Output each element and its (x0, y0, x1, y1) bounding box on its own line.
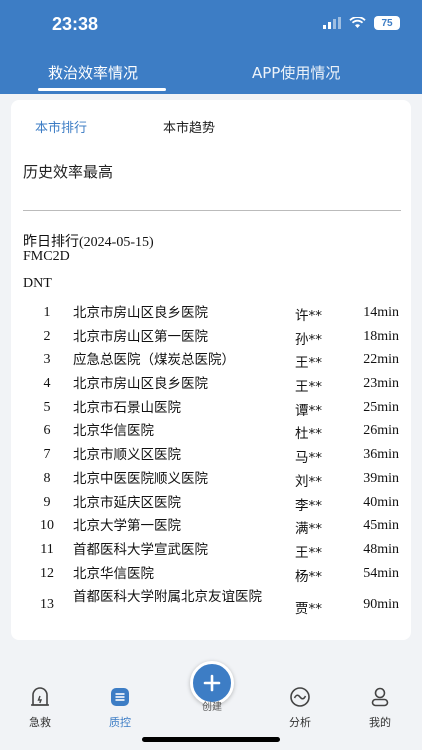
rank-number: 4 (43, 376, 51, 392)
create-label: 创建 (202, 702, 222, 713)
nav-item-quality[interactable]: 质控 (90, 686, 150, 730)
ranking-row: 5 北京市石景山医院 谭** 25min (11, 396, 411, 420)
list-icon (111, 688, 129, 706)
rank-number: 5 (43, 399, 51, 415)
doctor-name: 马** (295, 450, 322, 467)
wifi-icon (349, 17, 366, 28)
nav-label: 分析 (289, 716, 311, 729)
ranking-row: 7 北京市顺义区医院 马** 36min (11, 443, 411, 467)
duration-value: 48min (363, 541, 399, 557)
rank-number: 7 (43, 447, 51, 463)
ranking-row: 6 北京华信医院 杜** 26min (11, 419, 411, 443)
duration-value: 90min (363, 597, 399, 613)
doctor-name: 谭** (295, 402, 322, 419)
rank-number: 11 (40, 541, 54, 557)
ranking-row: 4 北京市房山区良乡医院 王** 23min (11, 372, 411, 396)
hospital-name: 北京市石景山医院 (73, 399, 181, 416)
rank-number: 6 (43, 423, 51, 439)
rank-number: 2 (43, 328, 51, 344)
ranking-row: 1 北京市房山区良乡医院 许** 14min (11, 301, 411, 325)
signal-icon (323, 17, 341, 29)
battery-indicator: 75 (374, 16, 400, 30)
metric-label-secondary: DNT (23, 276, 52, 291)
ranking-row: 13 首都医科大学附属北京友谊医院 贾** 90min (11, 585, 411, 629)
status-icons: 75 (323, 16, 400, 30)
rank-number: 13 (40, 597, 54, 613)
tab-app-usage[interactable]: APP使用情况 (252, 62, 340, 83)
duration-value: 18min (363, 328, 399, 344)
app-header: 23:38 75 救治效率情况 APP使用情况 (0, 0, 422, 94)
chart-wave-icon (290, 687, 310, 707)
rank-number: 3 (43, 352, 51, 368)
hospital-name: 北京市房山区第一医院 (73, 328, 208, 345)
hospital-name: 北京市延庆区医院 (73, 494, 181, 511)
doctor-name: 杨** (295, 568, 322, 585)
rank-number: 10 (40, 518, 54, 534)
duration-value: 39min (363, 470, 399, 486)
ranking-row: 10 北京大学第一医院 满** 45min (11, 514, 411, 538)
hospital-name: 应急总医院（煤炭总医院） (73, 352, 235, 369)
status-time: 23:38 (52, 14, 99, 34)
duration-value: 40min (363, 494, 399, 510)
rank-number: 9 (43, 494, 51, 510)
metric-label: FMC2D (23, 249, 70, 264)
hospital-name: 北京华信医院 (73, 423, 154, 440)
ranking-row: 11 首都医科大学宣武医院 王** 48min (11, 538, 411, 562)
hospital-name: 北京市房山区良乡医院 (73, 305, 208, 321)
ranking-list: 1 北京市房山区良乡医院 许** 14min 2 北京市房山区第一医院 孙** … (11, 301, 411, 629)
ranking-card: 本市排行 本市趋势 历史效率最高 昨日排行(2024-05-15) FMC2D … (11, 100, 411, 640)
doctor-name: 李** (295, 497, 322, 514)
doctor-name: 孙** (295, 331, 322, 348)
subtab-city-trend[interactable]: 本市趋势 (163, 117, 215, 136)
hospital-name: 北京大学第一医院 (73, 518, 181, 535)
nav-item-analysis[interactable]: 分析 (270, 686, 330, 730)
ranking-row: 2 北京市房山区第一医院 孙** 18min (11, 325, 411, 349)
rank-number: 8 (43, 470, 51, 486)
nav-label: 我的 (369, 716, 391, 729)
duration-value: 45min (363, 518, 399, 534)
divider (23, 210, 401, 211)
doctor-name: 刘** (295, 473, 322, 490)
duration-value: 22min (363, 352, 399, 368)
nav-label: 质控 (109, 716, 131, 729)
nav-label: 急救 (29, 716, 51, 729)
doctor-name: 贾** (295, 601, 322, 618)
card-title: 历史效率最高 (23, 163, 114, 181)
doctor-name: 许** (295, 308, 322, 324)
nav-item-emergency[interactable]: 急救 (10, 686, 70, 730)
ranking-row: 12 北京华信医院 杨** 54min (11, 562, 411, 586)
ranking-row: 3 应急总医院（煤炭总医院） 王** 22min (11, 348, 411, 372)
hospital-name: 北京市房山区良乡医院 (73, 376, 208, 393)
duration-value: 26min (363, 423, 399, 439)
ranking-row: 8 北京中医医院顺义医院 刘** 39min (11, 467, 411, 491)
rank-number: 1 (43, 305, 51, 320)
doctor-name: 满** (295, 521, 322, 538)
active-tab-indicator (38, 88, 166, 91)
doctor-name: 王** (295, 355, 322, 372)
duration-value: 36min (363, 447, 399, 463)
hospital-name: 北京市顺义区医院 (73, 447, 181, 464)
plus-icon (203, 674, 221, 692)
home-indicator (142, 737, 280, 742)
hospital-name: 首都医科大学宣武医院 (73, 541, 208, 558)
doctor-name: 王** (295, 379, 322, 396)
duration-value: 14min (363, 305, 399, 320)
duration-value: 23min (363, 376, 399, 392)
duration-value: 25min (363, 399, 399, 415)
user-icon (371, 687, 389, 707)
ambulance-icon (31, 687, 49, 706)
hospital-name: 北京中医医院顺义医院 (73, 470, 208, 487)
hospital-name: 首都医科大学附属北京友谊医院 (73, 589, 262, 606)
ranking-row: 9 北京市延庆区医院 李** 40min (11, 491, 411, 515)
tab-rescue-efficiency[interactable]: 救治效率情况 (48, 62, 138, 83)
ranking-date: 昨日排行(2024-05-15) (23, 235, 154, 250)
doctor-name: 王** (295, 544, 322, 561)
hospital-name: 北京华信医院 (73, 565, 154, 582)
rank-number: 12 (40, 565, 54, 581)
nav-item-mine[interactable]: 我的 (350, 686, 410, 730)
subtab-city-ranking[interactable]: 本市排行 (35, 117, 87, 136)
doctor-name: 杜** (295, 426, 322, 443)
duration-value: 54min (363, 565, 399, 581)
